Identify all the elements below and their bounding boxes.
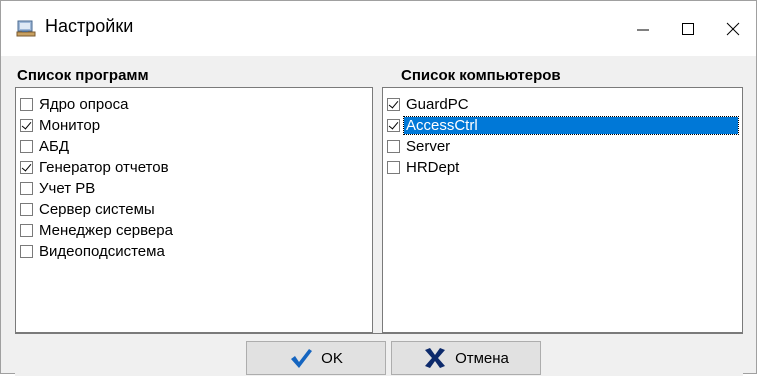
program-item-label: Менеджер сервера xyxy=(39,221,173,239)
program-item-label: Видеоподсистема xyxy=(39,242,165,260)
ok-button[interactable]: OK xyxy=(246,341,386,375)
computer-item-label: GuardPC xyxy=(406,95,469,113)
computer-item-label: AccessCtrl xyxy=(403,115,739,135)
minimize-button[interactable] xyxy=(620,1,666,56)
cancel-button-label: Отмена xyxy=(455,349,509,367)
program-item[interactable]: Видеоподсистема xyxy=(20,241,167,261)
program-item-label: Ядро опроса xyxy=(39,95,129,113)
window-title: Настройки xyxy=(45,16,134,36)
programs-listbox[interactable]: Ядро опроса Монитор АБД Генератор отчето… xyxy=(15,87,373,333)
computers-list-title: Список компьютеров xyxy=(401,67,561,84)
program-item-label: Учет РВ xyxy=(39,179,96,197)
computer-item[interactable]: GuardPC xyxy=(387,94,471,114)
checkbox[interactable] xyxy=(387,139,400,153)
checkbox[interactable] xyxy=(20,97,33,111)
cancel-button[interactable]: Отмена xyxy=(391,341,541,375)
close-icon xyxy=(726,22,740,35)
checkbox[interactable] xyxy=(20,244,33,258)
minimize-icon xyxy=(637,29,649,30)
maximize-button[interactable] xyxy=(665,1,711,56)
computer-item-selected[interactable]: AccessCtrl xyxy=(387,115,739,135)
computer-item[interactable]: HRDept xyxy=(387,157,461,177)
computer-item[interactable]: Server xyxy=(387,136,452,156)
program-item-label: Монитор xyxy=(39,116,101,134)
settings-window: Настройки Список программ Список компьют… xyxy=(0,0,757,376)
program-item[interactable]: Учет РВ xyxy=(20,178,97,198)
program-item[interactable]: Ядро опроса xyxy=(20,94,130,114)
computer-item-label: Server xyxy=(406,137,451,155)
checkbox[interactable] xyxy=(387,118,400,132)
checkbox[interactable] xyxy=(20,181,33,195)
program-item[interactable]: АБД xyxy=(20,136,71,156)
checkbox[interactable] xyxy=(20,160,33,174)
program-item[interactable]: Менеджер сервера xyxy=(20,220,175,240)
program-item-label: АБД xyxy=(39,137,70,155)
program-item[interactable]: Монитор xyxy=(20,115,102,135)
checkbox[interactable] xyxy=(387,97,400,111)
title-bar[interactable]: Настройки xyxy=(1,1,756,56)
x-mark-icon xyxy=(423,347,447,369)
maximize-icon xyxy=(682,22,694,35)
checkbox[interactable] xyxy=(20,118,33,132)
program-item-label: Сервер системы xyxy=(39,200,155,218)
checkbox[interactable] xyxy=(20,139,33,153)
checkbox[interactable] xyxy=(20,202,33,216)
checkmark-icon xyxy=(289,347,313,369)
ok-button-label: OK xyxy=(321,349,343,367)
checkbox[interactable] xyxy=(387,160,400,174)
close-button[interactable] xyxy=(710,1,756,56)
computers-listbox[interactable]: GuardPC AccessCtrl Server HRDept xyxy=(382,87,743,333)
programs-list-title: Список программ xyxy=(17,67,149,84)
checkbox[interactable] xyxy=(20,223,33,237)
program-item-label: Генератор отчетов xyxy=(39,158,169,176)
program-item[interactable]: Сервер системы xyxy=(20,199,157,219)
computer-item-label: HRDept xyxy=(406,158,460,176)
settings-app-icon xyxy=(15,17,37,39)
program-item[interactable]: Генератор отчетов xyxy=(20,157,171,177)
